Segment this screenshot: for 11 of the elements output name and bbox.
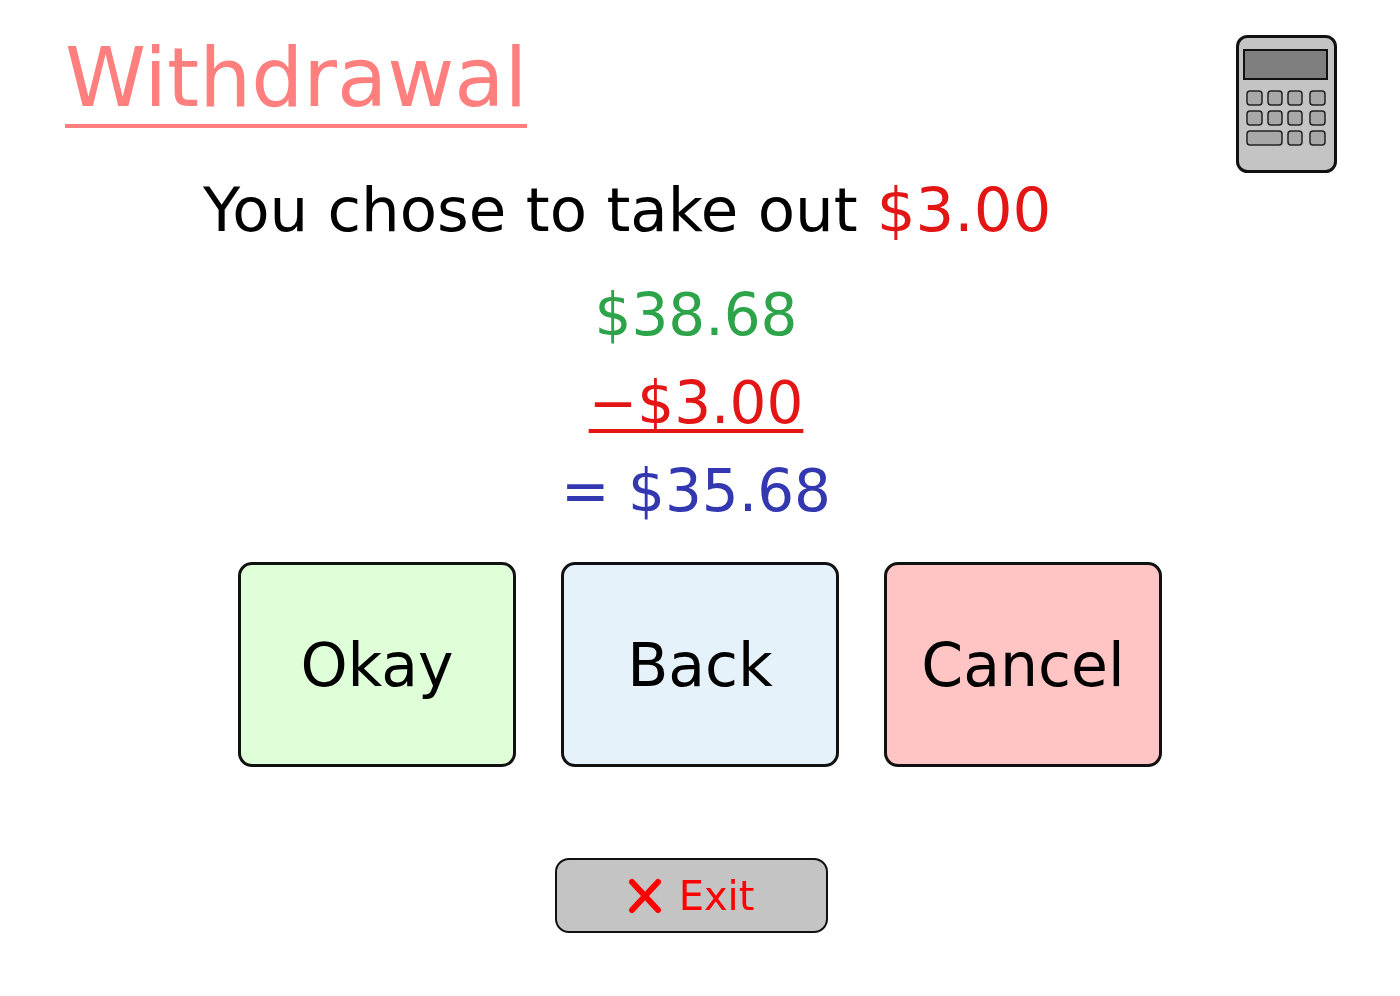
prompt-text: You chose to take out [203,179,858,240]
page-title: Withdrawal [65,37,528,128]
amount-text: $3.00 [876,179,1052,240]
result-amount: = $35.68 [561,456,831,527]
cross-icon [627,877,662,914]
balance-amount: $38.68 [594,280,798,351]
action-button[interactable]: Okay [238,562,516,767]
withdrawal-amount: −$3.00 [588,368,804,439]
action-button[interactable]: Back [561,562,839,767]
calculator-icon[interactable] [1236,35,1337,173]
action-button[interactable]: Cancel [884,562,1162,767]
